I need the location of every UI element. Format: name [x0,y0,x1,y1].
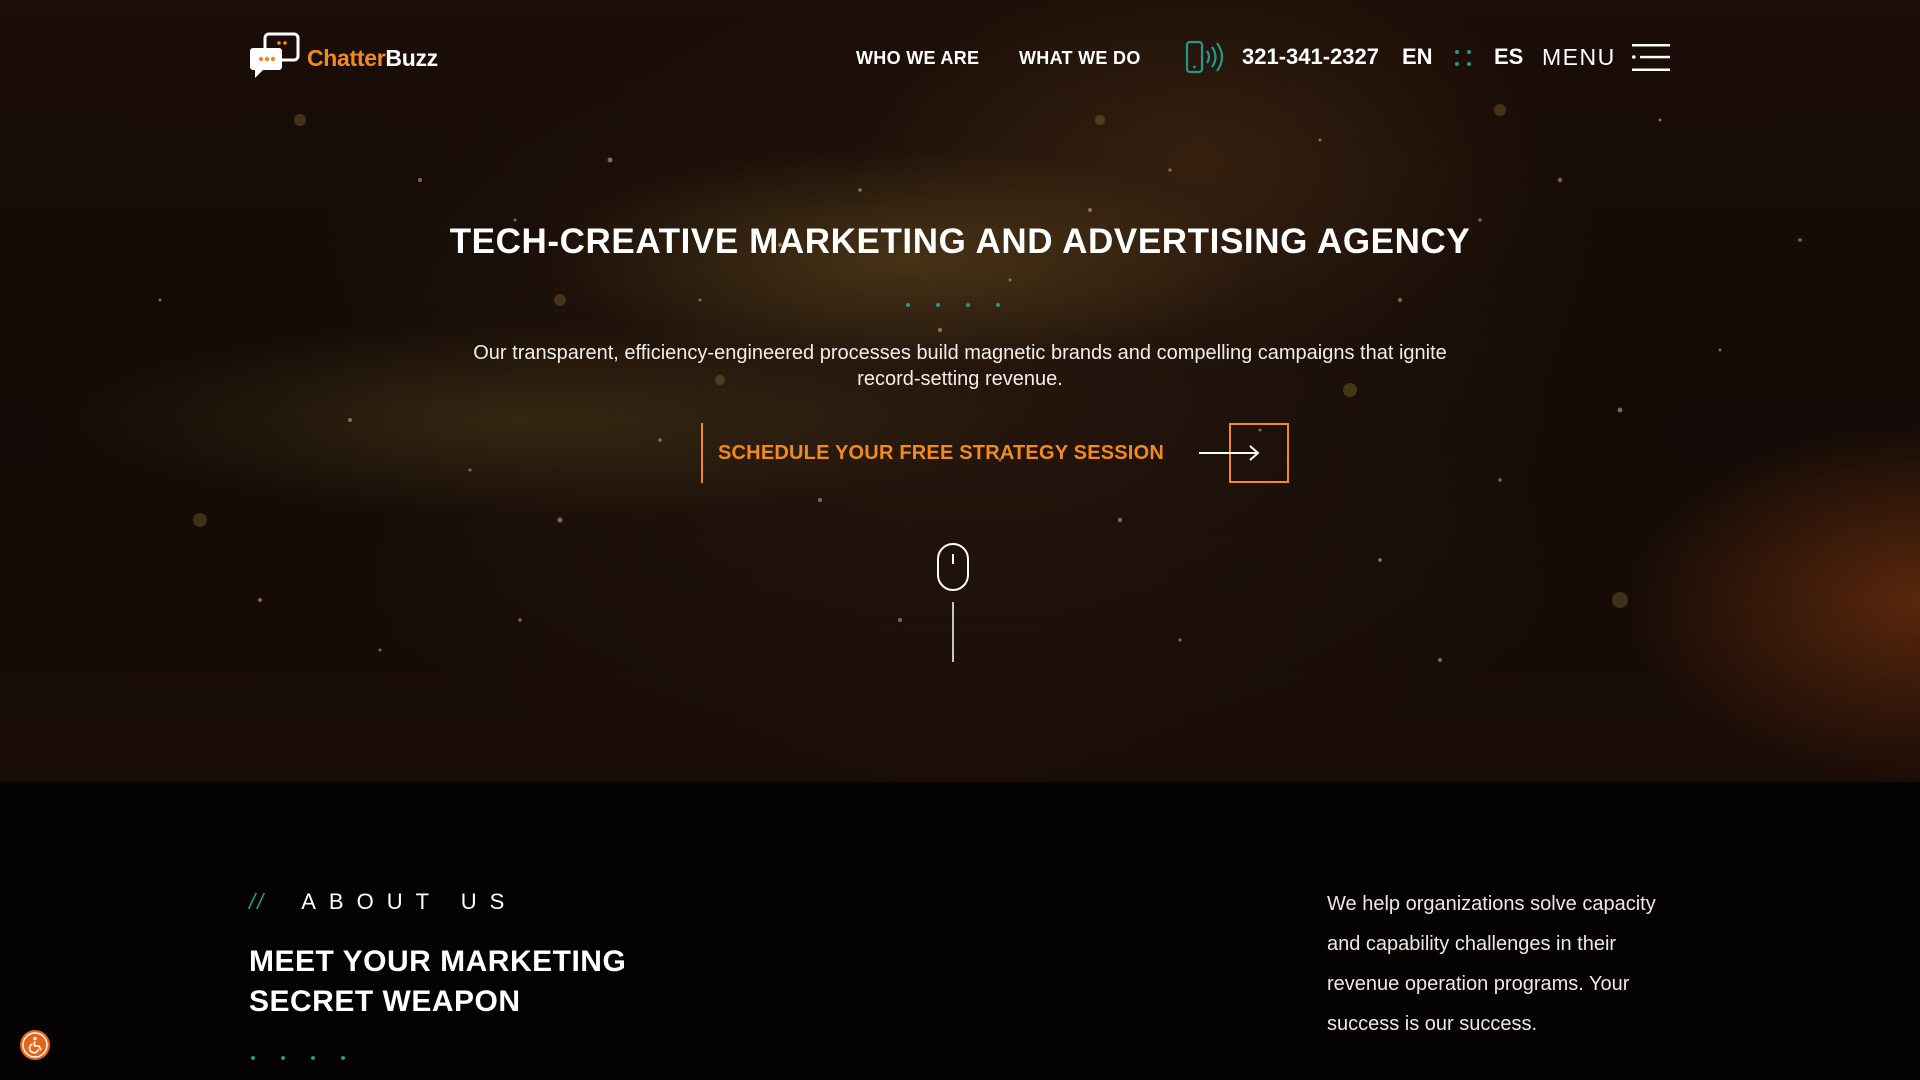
cta-label: SCHEDULE YOUR FREE STRATEGY SESSION [718,442,1164,464]
brand-name-part2: Buzz [385,44,438,71]
about-copy: We help organizations solve capacity and… [1327,893,1656,1035]
cta-accent-bar [701,423,703,483]
language-separator-icon [1455,50,1471,66]
hero-title: TECH-CREATIVE MARKETING AND ADVERTISING … [449,222,1471,261]
brand-name: ChatterBuzz [307,45,438,72]
accessibility-button[interactable] [20,1030,50,1060]
eyebrow-label: ABOUT US [301,889,518,914]
hero-dots-divider [906,303,1000,307]
site-header: ChatterBuzz WHO WE ARE WHAT WE DO 321-34… [0,0,1920,118]
chat-bubbles-icon [250,32,300,78]
mouse-scroll-icon[interactable] [936,542,970,662]
language-en-link[interactable]: EN [1402,44,1433,70]
arrow-right-icon [1199,445,1260,461]
nav-item-who-we-are[interactable]: WHO WE ARE [856,44,979,72]
brand-logo[interactable]: ChatterBuzz [249,32,438,84]
nav-link-who-we-are[interactable]: WHO WE ARE [856,48,979,69]
hamburger-menu-icon[interactable] [1632,44,1670,72]
nav-item-what-we-do[interactable]: WHAT WE DO [1019,44,1141,72]
nav-link-what-we-do[interactable]: WHAT WE DO [1019,48,1141,69]
wheelchair-icon [22,1032,48,1058]
phone-ringing-icon[interactable] [1185,40,1225,76]
brand-name-part1: Chatter [307,44,386,71]
eyebrow-slashes: // [249,889,266,914]
schedule-strategy-session-button[interactable]: SCHEDULE YOUR FREE STRATEGY SESSION [701,423,1289,483]
about-dots-divider [251,1056,345,1060]
language-es-link[interactable]: ES [1494,44,1523,70]
phone-number-link[interactable]: 321-341-2327 [1242,44,1379,70]
about-title: MEET YOUR MARKETING SECRET WEAPON [249,945,627,1018]
hero-subtitle: Our transparent, efficiency-engineered p… [473,342,1447,390]
about-eyebrow: // ABOUT US [249,889,517,915]
about-section: // ABOUT US MEET YOUR MARKETING SECRET W… [0,782,1920,1080]
menu-label[interactable]: MENU [1542,44,1616,71]
